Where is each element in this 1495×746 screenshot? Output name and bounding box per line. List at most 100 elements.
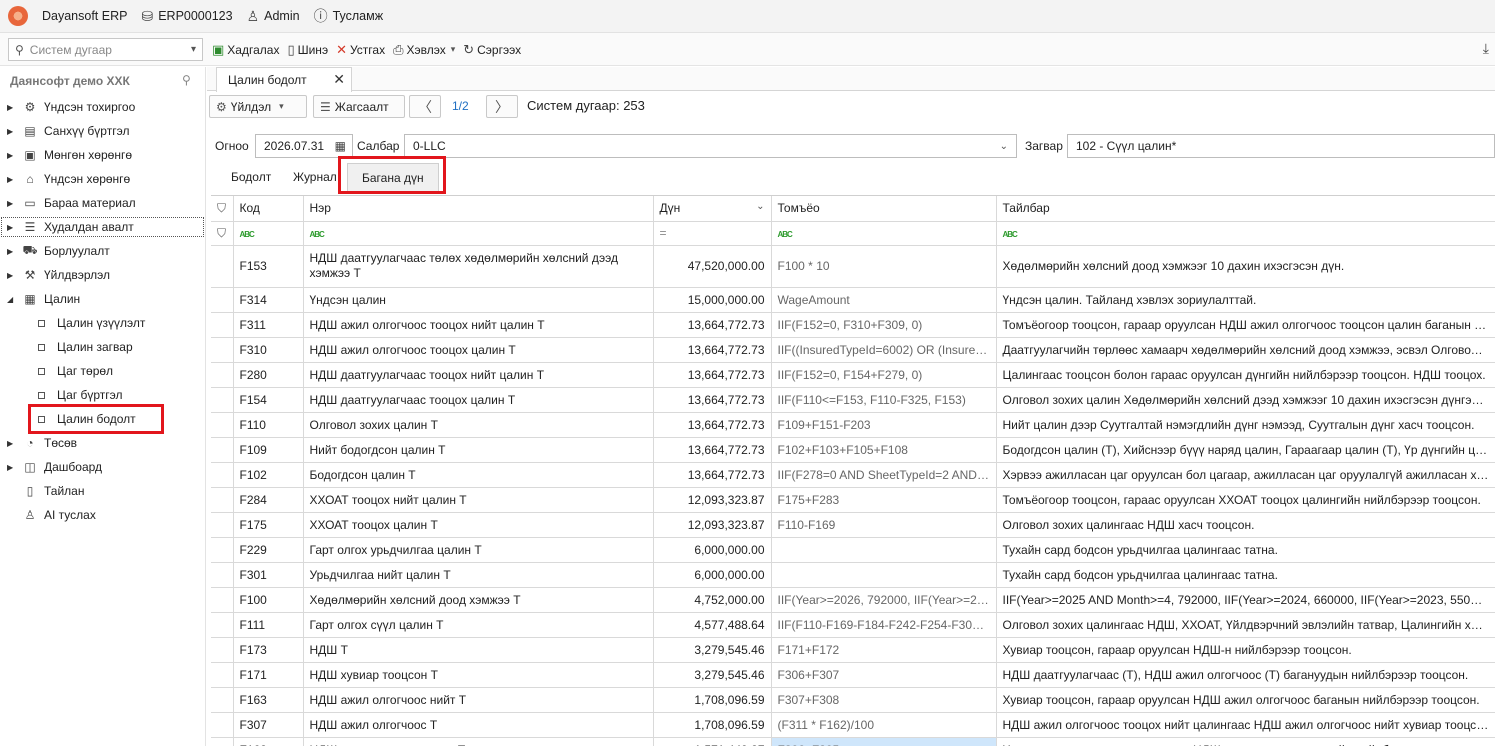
cell-description[interactable]: Олговол зохих цалин Хөдөлмөрийн хөлсний … [996, 387, 1495, 413]
cell-description[interactable]: Тухайн сард бодсон урьдчилгаа цалингаас … [996, 537, 1495, 563]
cell-name[interactable]: Үндсэн цалин [303, 287, 654, 313]
column-header-description[interactable]: Тайлбар [996, 196, 1495, 222]
table-row[interactable]: F284 ХХОАТ тооцох нийт цалин Т 12,093,323.… [211, 487, 1495, 513]
row-indicator[interactable] [211, 662, 234, 688]
row-indicator[interactable] [211, 687, 234, 713]
cell-amount[interactable]: 6,000,000.00 [653, 562, 772, 588]
row-indicator[interactable] [211, 437, 234, 463]
refresh-button[interactable]: ↻ Сэргээх [463, 42, 521, 58]
expand-arrow-icon[interactable]: ▶ [7, 175, 17, 184]
cell-amount[interactable]: 1,708,096.59 [653, 712, 772, 738]
expand-arrow-icon[interactable]: ▶ [7, 463, 17, 472]
expand-arrow-icon[interactable]: ▶ [7, 103, 17, 112]
search-input[interactable]: Систем дугаар [30, 43, 191, 57]
cell-code[interactable]: F154 [233, 387, 304, 413]
row-indicator[interactable] [211, 312, 234, 338]
row-indicator[interactable] [211, 387, 234, 413]
cell-formula[interactable]: F100 * 10 [771, 245, 997, 288]
table-row[interactable]: F173 НДШ Т 3,279,545.46 F171+F172 Хувиар тоо… [211, 637, 1495, 663]
save-button[interactable]: ▣ Хадгалах [212, 42, 279, 58]
cell-description[interactable]: Томъёогоор тооцсон, гараас оруулсан ХХОА… [996, 487, 1495, 513]
filter-cell-code[interactable]: ABC [233, 221, 304, 246]
filter-cell-name[interactable]: ABC [303, 221, 654, 246]
sidebar-item-inventory[interactable]: ▶ ▭ Бараа материал [0, 192, 205, 214]
collapse-arrow-icon[interactable]: ◢ [7, 295, 17, 304]
cell-formula[interactable] [771, 562, 997, 588]
cell-amount[interactable]: 13,664,772.73 [653, 337, 772, 363]
next-button[interactable]: 〉 [486, 95, 518, 118]
sidebar-item-finance[interactable]: ▶ ▤ Санхүү бүртгэл [0, 120, 205, 142]
row-indicator[interactable] [211, 712, 234, 738]
cell-formula[interactable]: IIF(F278=0 AND SheetTypeId=2 AND F101>0,… [771, 462, 997, 488]
column-header-amount[interactable]: Дүн ⌄ [653, 196, 772, 222]
cell-description[interactable]: Олговол зохих цалингаас НДШ, ХХОАТ, Үйлд… [996, 612, 1495, 638]
sidebar-item-sales[interactable]: ▶ ⛟ Борлуулалт [0, 240, 205, 262]
filter-cell-amount[interactable]: = [653, 221, 772, 246]
expand-arrow-icon[interactable]: ▶ [7, 151, 17, 160]
cell-formula[interactable]: (F311 * F162)/100 [771, 712, 997, 738]
cell-formula[interactable]: F110-F169 [771, 512, 997, 538]
print-button[interactable]: ⎙ Хэвлэх ▾ [393, 42, 455, 58]
sidebar-item-budget[interactable]: ▶ ◔ Төсөв [0, 432, 205, 454]
cell-code[interactable]: F311 [233, 312, 304, 338]
row-indicator[interactable] [211, 362, 234, 388]
new-button[interactable]: ▯ Шинэ [287, 42, 328, 58]
cell-code[interactable]: F171 [233, 662, 304, 688]
cell-description[interactable]: Хөдөлмөрийн хөлсний доод хэмжээг 10 дахи… [996, 245, 1495, 288]
table-row[interactable]: F154 НДШ даатгуулагчаас тооцох цалин Т 13,… [211, 387, 1495, 413]
cell-formula[interactable]: F175+F283 [771, 487, 997, 513]
cell-name[interactable]: Олговол зохих цалин Т [303, 412, 654, 438]
cell-amount[interactable]: 13,664,772.73 [653, 312, 772, 338]
cell-code[interactable]: F173 [233, 637, 304, 663]
column-header-formula[interactable]: Томъёо [771, 196, 997, 222]
template-select[interactable]: 102 - Сүүл цалин* [1067, 134, 1495, 158]
table-row[interactable]: F175 ХХОАТ тооцох цалин Т 12,093,323.87 F11… [211, 512, 1495, 538]
cell-description[interactable]: НДШ даатгуулагчаас (Т), НДШ ажил олгогчо… [996, 662, 1495, 688]
cell-description[interactable]: Даатгуулагчийн төрлөөс хамаарч хөдөлмөри… [996, 337, 1495, 363]
cell-code[interactable]: F175 [233, 512, 304, 538]
cell-name[interactable]: НДШ ажил олгогчоос Т [303, 712, 654, 738]
pin-icon[interactable]: ⚲ [182, 73, 191, 87]
cell-description[interactable]: IIF(Year>=2025 AND Month>=4, 792000, IIF… [996, 587, 1495, 613]
cell-name[interactable]: НДШ ажил олгогчоос нийт Т [303, 687, 654, 713]
cell-description[interactable]: Тухайн сард бодсон урьдчилгаа цалингаас … [996, 562, 1495, 588]
help-button[interactable]: ⓘ Тусламж [314, 6, 384, 26]
cell-code[interactable]: F310 [233, 337, 304, 363]
row-indicator[interactable] [211, 537, 234, 563]
cell-code[interactable]: F307 [233, 712, 304, 738]
calendar-icon[interactable]: ▦ [335, 139, 346, 153]
cell-name[interactable]: ХХОАТ тооцох цалин Т [303, 512, 654, 538]
cell-amount[interactable]: 4,752,000.00 [653, 587, 772, 613]
tab-salary-calculation[interactable]: Цалин бодолт ✕ [216, 67, 352, 92]
table-row[interactable]: F171 НДШ хувиар тооцсон Т 3,279,545.46 F306… [211, 662, 1495, 688]
expand-arrow-icon[interactable]: ▶ [7, 439, 17, 448]
cell-code[interactable]: F111 [233, 612, 304, 638]
database-button[interactable]: ⛁ ERP0000123 [141, 8, 232, 25]
cell-code[interactable]: F229 [233, 537, 304, 563]
table-row[interactable]: F310 НДШ ажил олгогчоос тооцох цалин Т 13,… [211, 337, 1495, 363]
cell-formula[interactable]: F102+F103+F105+F108 [771, 437, 997, 463]
print-dropdown-icon[interactable]: ▾ [451, 44, 456, 55]
sidebar-item-salary-indicator[interactable]: Цалин үзүүлэлт [0, 312, 205, 334]
cell-description[interactable]: НДШ ажил олгогчоос тооцох нийт цалингаас… [996, 712, 1495, 738]
download-icon[interactable]: ⤓ [1483, 40, 1489, 57]
cell-amount[interactable]: 1,571,449.87 [653, 737, 772, 746]
cell-amount[interactable]: 4,577,488.64 [653, 612, 772, 638]
filter-icon[interactable]: ⛉ [217, 201, 226, 215]
cell-description[interactable]: Цалингаас тооцсон болон гараас оруулсан … [996, 362, 1495, 388]
cell-formula[interactable]: IIF(Year>=2026, 792000, IIF(Year>=2025, … [771, 587, 997, 613]
table-row[interactable]: F153 НДШ даатгуулагчаас төлөх хөдөлмөрийн… [211, 245, 1495, 288]
table-row[interactable]: F311 НДШ ажил олгогчоос тооцох нийт цалин… [211, 312, 1495, 338]
cell-amount[interactable]: 13,664,772.73 [653, 412, 772, 438]
row-indicator[interactable] [211, 562, 234, 588]
cell-formula[interactable]: F306+F305 [771, 737, 997, 746]
cell-code[interactable]: F102 [233, 462, 304, 488]
filter-cell-formula[interactable]: ABC [771, 221, 997, 246]
cell-description[interactable]: Хувиар тооцсон, гараар оруулсан НДШ-н ни… [996, 637, 1495, 663]
action-dropdown-button[interactable]: ⚙ Үйлдэл ▾ [209, 95, 307, 118]
cell-amount[interactable]: 6,000,000.00 [653, 537, 772, 563]
row-indicator[interactable] [211, 487, 234, 513]
cell-code[interactable]: F162 [233, 737, 304, 746]
cell-name[interactable]: НДШ даатгуулагчаас төлөх хөдөлмөрийн хөл… [303, 245, 654, 288]
cell-formula[interactable]: F109+F151-F203 [771, 412, 997, 438]
